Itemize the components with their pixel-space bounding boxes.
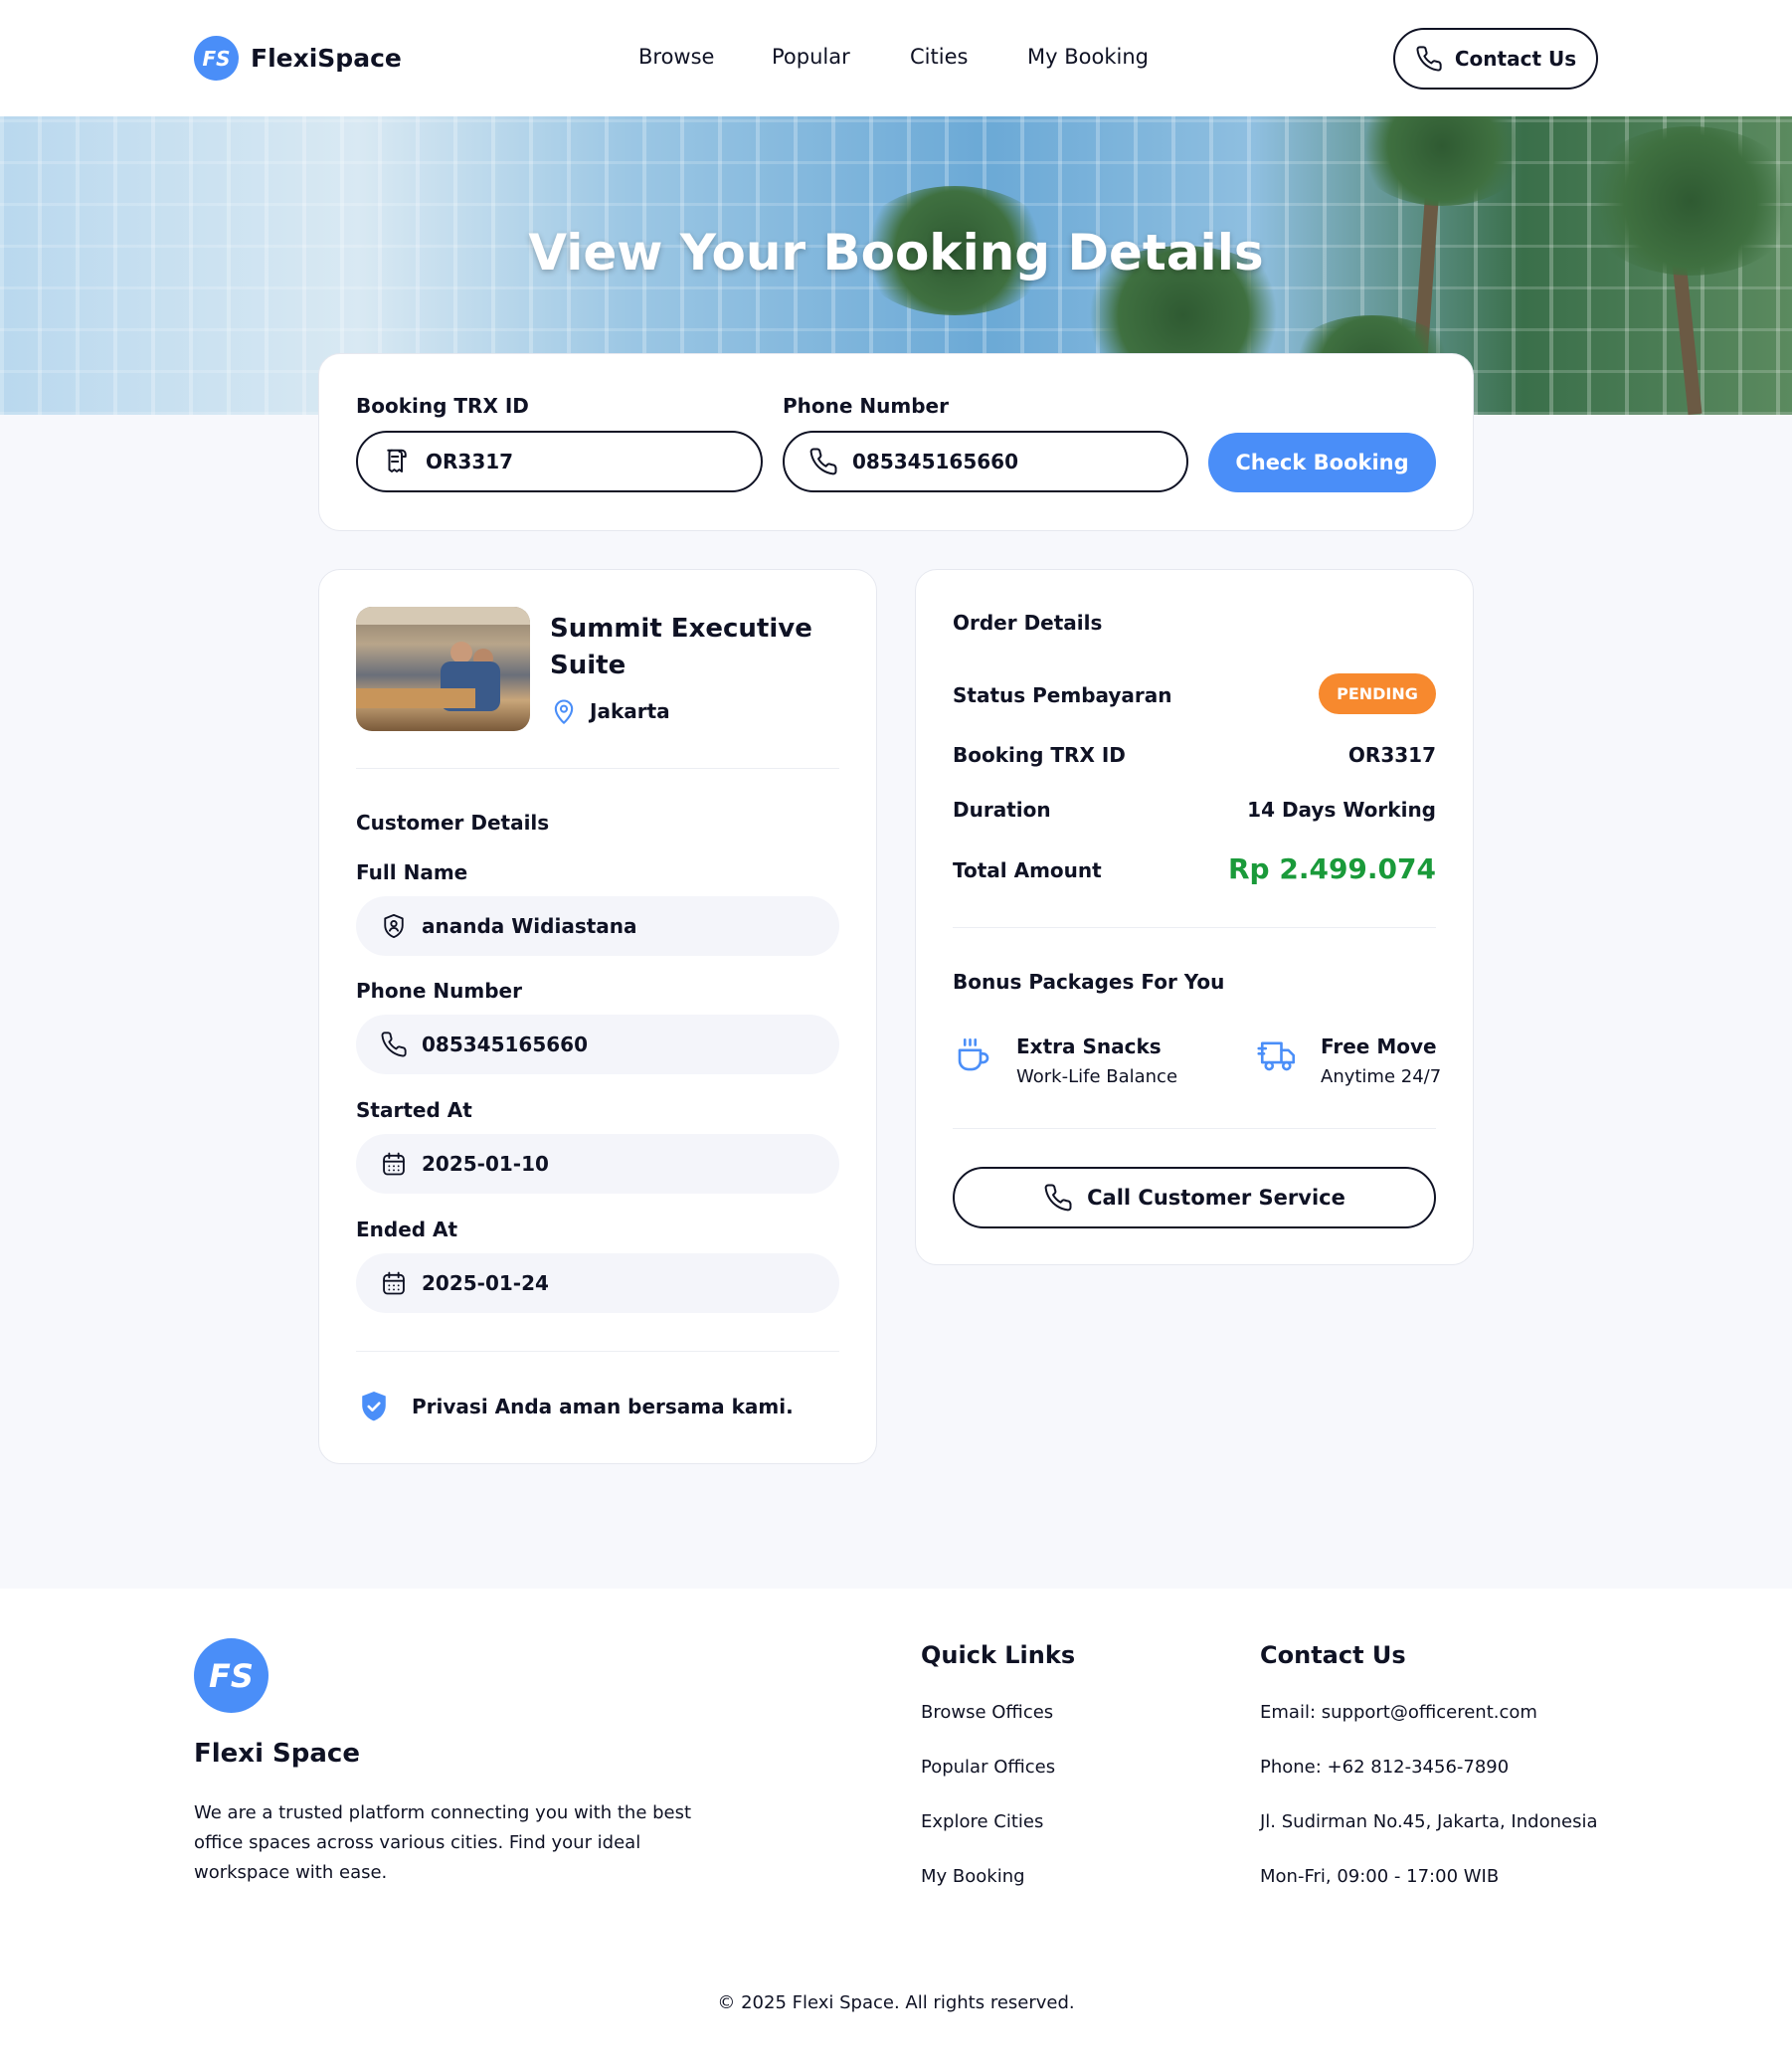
customer-details-title: Customer Details xyxy=(356,811,550,835)
ended-at-field: 2025-01-24 xyxy=(356,1253,839,1313)
nav-browse[interactable]: Browse xyxy=(638,45,714,69)
quick-links-title: Quick Links xyxy=(921,1641,1076,1669)
started-at-field: 2025-01-10 xyxy=(356,1134,839,1194)
trx-id-input[interactable]: OR3317 xyxy=(356,431,763,492)
calendar-icon xyxy=(383,1271,405,1295)
phone-icon xyxy=(809,448,837,475)
started-at-label: Started At xyxy=(356,1098,472,1122)
shield-check-icon xyxy=(362,1391,386,1421)
ended-at-value: 2025-01-24 xyxy=(422,1271,549,1295)
check-booking-button[interactable]: Check Booking xyxy=(1208,433,1436,492)
office-name: Summit Executive Suite xyxy=(550,614,812,680)
coffee-cup-icon xyxy=(958,1037,989,1071)
footer-brand: Flexi Space xyxy=(194,1739,360,1769)
logo-mark-icon: FS xyxy=(194,36,239,81)
bonus-item: Free Move Anytime 24/7 xyxy=(1257,1034,1441,1087)
full-name-field: ananda Widiastana xyxy=(356,896,839,956)
divider xyxy=(356,768,839,769)
contact-us-button[interactable]: Contact Us xyxy=(1393,28,1598,90)
footer-link-popular-offices[interactable]: Popular Offices xyxy=(921,1757,1055,1778)
nav-popular[interactable]: Popular xyxy=(772,45,850,69)
ended-at-label: Ended At xyxy=(356,1218,458,1241)
divider xyxy=(356,1351,839,1352)
phone-icon xyxy=(1044,1184,1072,1212)
total-amount-label: Total Amount xyxy=(953,858,1102,882)
bonus-subtitle: Work-Life Balance xyxy=(1016,1066,1178,1087)
footer-description: We are a trusted platform connecting you… xyxy=(194,1802,692,1883)
customer-phone-label: Phone Number xyxy=(356,979,522,1003)
bonus-title: Free Move xyxy=(1321,1034,1437,1058)
nav-my-booking[interactable]: My Booking xyxy=(1027,45,1149,69)
phone-icon xyxy=(1416,46,1442,72)
footer-logo-icon: FS xyxy=(194,1638,269,1713)
call-customer-service-label: Call Customer Service xyxy=(1087,1186,1345,1210)
phone-number-value: 085345165660 xyxy=(852,450,1018,473)
office-photo xyxy=(356,607,530,731)
phone-number-input[interactable]: 085345165660 xyxy=(783,431,1188,492)
phone-number-label: Phone Number xyxy=(783,394,949,418)
started-at-value: 2025-01-10 xyxy=(422,1152,549,1176)
customer-phone-value: 085345165660 xyxy=(422,1033,588,1056)
moving-truck-icon xyxy=(1257,1041,1296,1071)
trx-id-label: Booking TRX ID xyxy=(356,394,529,418)
customer-phone-field: 085345165660 xyxy=(356,1015,839,1074)
call-customer-service-button[interactable]: Call Customer Service xyxy=(953,1167,1436,1228)
calendar-icon xyxy=(383,1152,405,1176)
copyright: © 2025 Flexi Space. All rights reserved. xyxy=(717,1992,1075,2013)
site-header: FS FlexiSpace Browse Popular Cities My B… xyxy=(0,0,1792,116)
bonus-item: Extra Snacks Work-Life Balance xyxy=(953,1034,1177,1087)
privacy-text: Privasi Anda aman bersama kami. xyxy=(412,1395,794,1418)
bonus-subtitle: Anytime 24/7 xyxy=(1321,1066,1442,1087)
order-trx-label: Booking TRX ID xyxy=(953,743,1126,767)
footer-link-my-booking[interactable]: My Booking xyxy=(921,1866,1025,1887)
payment-status-label: Status Pembayaran xyxy=(953,683,1172,707)
footer-link-browse-offices[interactable]: Browse Offices xyxy=(921,1702,1053,1723)
order-details-title: Order Details xyxy=(953,611,1103,635)
duration-label: Duration xyxy=(953,798,1051,822)
privacy-note: Privasi Anda aman bersama kami. xyxy=(358,1390,794,1423)
receipt-icon xyxy=(387,449,407,472)
bonus-packages-title: Bonus Packages For You xyxy=(953,970,1225,994)
user-badge-icon xyxy=(384,913,404,939)
office-city: Jakarta xyxy=(590,699,670,723)
status-badge: PENDING xyxy=(1319,673,1436,714)
nav-cities[interactable]: Cities xyxy=(910,45,968,69)
trx-id-value: OR3317 xyxy=(426,450,514,473)
contact-us-label: Contact Us xyxy=(1454,47,1577,71)
brand-name: FlexiSpace xyxy=(251,44,402,73)
footer-contact-address: Jl. Sudirman No.45, Jakarta, Indonesia xyxy=(1260,1811,1598,1832)
footer-contact-title: Contact Us xyxy=(1260,1641,1406,1669)
full-name-label: Full Name xyxy=(356,860,468,884)
duration-value: 14 Days Working xyxy=(1247,798,1436,822)
footer-contact-email: Email: support@officerent.com xyxy=(1260,1702,1537,1723)
map-pin-icon xyxy=(554,699,574,724)
page-title: View Your Booking Details xyxy=(528,224,1264,282)
phone-icon xyxy=(381,1032,407,1057)
full-name-value: ananda Widiastana xyxy=(422,914,637,938)
total-amount-value: Rp 2.499.074 xyxy=(1227,852,1436,885)
office-location: Jakarta xyxy=(550,696,670,726)
divider xyxy=(953,927,1436,928)
footer-link-explore-cities[interactable]: Explore Cities xyxy=(921,1811,1043,1832)
bonus-title: Extra Snacks xyxy=(1016,1034,1162,1058)
divider xyxy=(953,1128,1436,1129)
order-trx-value: OR3317 xyxy=(1347,743,1436,767)
brand-logo[interactable]: FS FlexiSpace xyxy=(194,36,402,81)
footer-contact-phone: Phone: +62 812-3456-7890 xyxy=(1260,1757,1510,1778)
footer-contact-hours: Mon-Fri, 09:00 - 17:00 WIB xyxy=(1260,1866,1500,1887)
